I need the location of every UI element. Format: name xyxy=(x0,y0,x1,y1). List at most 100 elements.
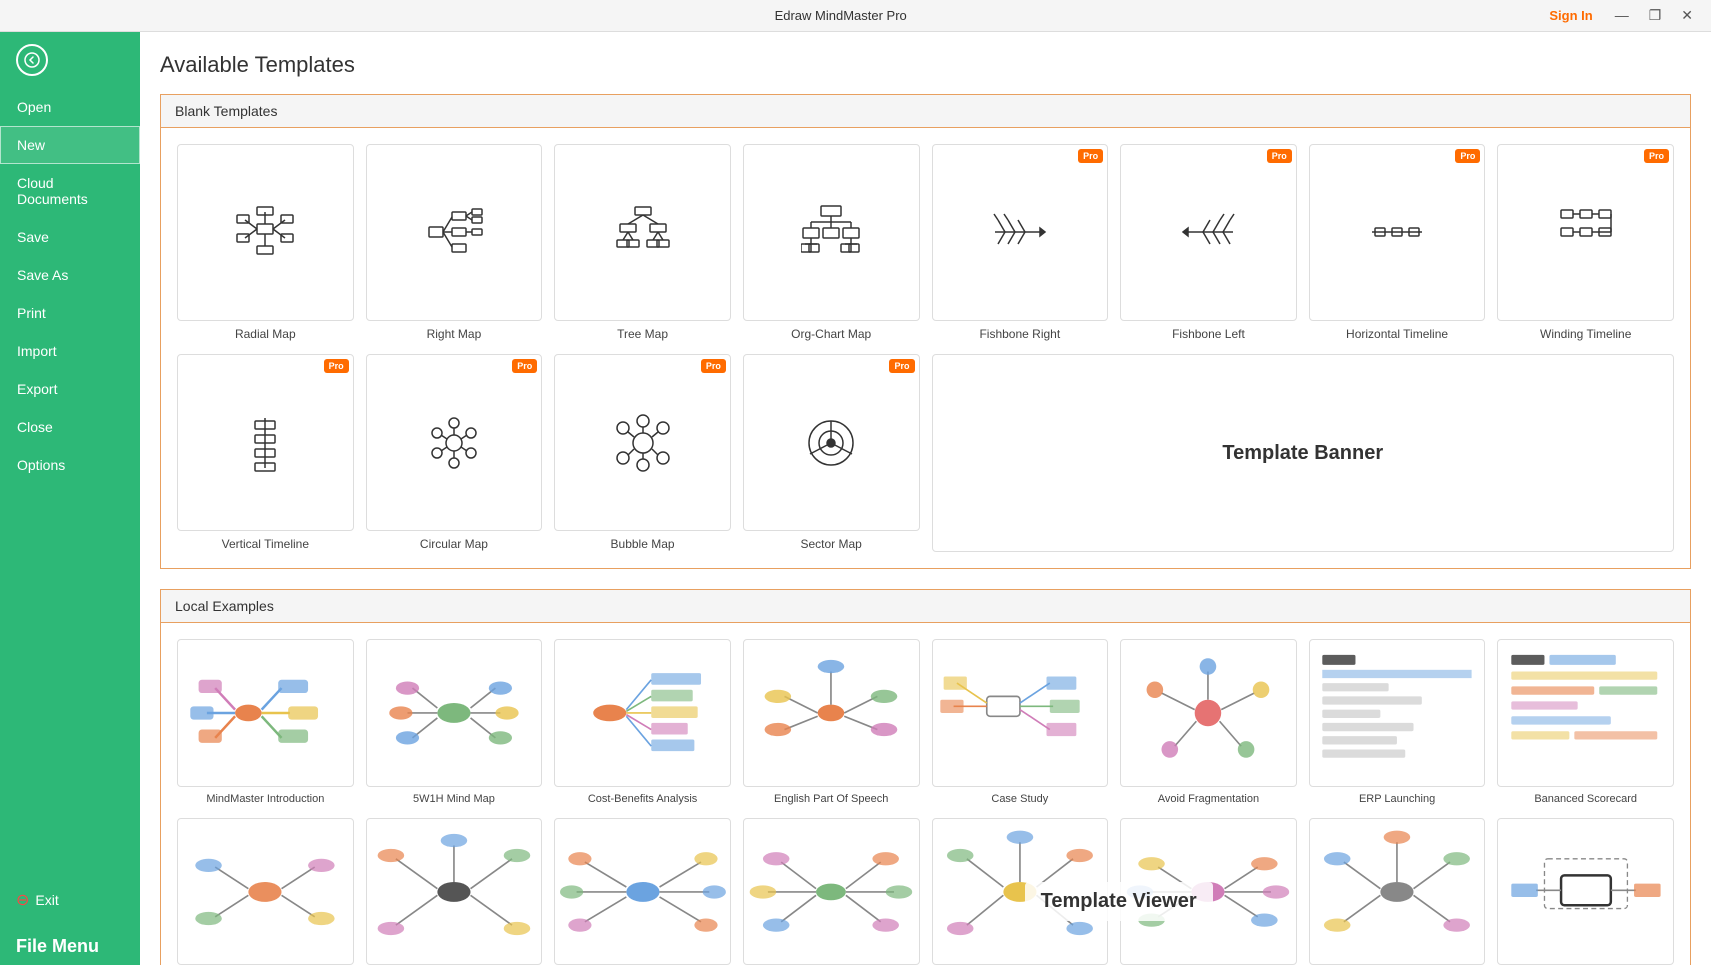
example-case-study-label: Case Study xyxy=(991,792,1048,806)
example-erp-label: ERP Launching xyxy=(1359,792,1435,806)
sidebar: Open New Cloud Documents Save Save As Pr… xyxy=(0,32,140,965)
back-button[interactable] xyxy=(16,44,48,76)
example-cost-benefits[interactable]: Cost-Benefits Analysis xyxy=(554,639,731,805)
sidebar-item-export[interactable]: Export xyxy=(0,370,140,408)
sidebar-item-new[interactable]: New xyxy=(0,126,140,164)
template-tree-map[interactable]: Tree Map xyxy=(554,144,731,342)
example-enhance[interactable]: Enhance Competivitness xyxy=(366,818,543,965)
example-market-plan-preview xyxy=(1120,818,1297,965)
example-case-study[interactable]: Case Study xyxy=(932,639,1109,805)
template-fishbone-right[interactable]: Pro xyxy=(932,144,1109,342)
example-english-speech-preview xyxy=(743,639,920,786)
example-balanced-preview xyxy=(1497,639,1674,786)
example-enhance-preview xyxy=(366,818,543,965)
template-fishbone-right-label: Fishbone Right xyxy=(979,327,1060,343)
template-orgchart-label: Org-Chart Map xyxy=(791,327,871,343)
template-sector-label: Sector Map xyxy=(801,537,862,553)
template-radial-map[interactable]: Radial Map xyxy=(177,144,354,342)
template-orgchart-preview xyxy=(743,144,920,321)
blank-templates-section: Blank Templates xyxy=(160,94,1691,569)
template-winding-timeline[interactable]: Pro xyxy=(1497,144,1674,342)
template-sector-map[interactable]: Pro Sector Map xyxy=(743,354,920,552)
example-mindmaster-intro[interactable]: MindMaster Introduction xyxy=(177,639,354,805)
sidebar-item-import[interactable]: Import xyxy=(0,332,140,370)
exit-button[interactable]: ⊖ Exit xyxy=(0,880,140,920)
example-risk-mgmt-preview xyxy=(1497,818,1674,965)
blank-templates-grid: Radial Map xyxy=(177,144,1674,342)
template-horizontal-label: Horizontal Timeline xyxy=(1346,327,1448,343)
template-tree-preview xyxy=(554,144,731,321)
template-fishbone-left-preview: Pro xyxy=(1120,144,1297,321)
sidebar-item-print[interactable]: Print xyxy=(0,294,140,332)
sign-in-button[interactable]: Sign In xyxy=(1549,8,1592,23)
template-circular-map[interactable]: Pro xyxy=(366,354,543,552)
sidebar-item-saveas[interactable]: Save As xyxy=(0,256,140,294)
template-bubble-label: Bubble Map xyxy=(611,537,675,553)
example-middle-ages-preview xyxy=(1309,818,1486,965)
example-cost-benefits-label: Cost-Benefits Analysis xyxy=(588,792,697,806)
pro-badge-fishbone-left: Pro xyxy=(1267,149,1292,163)
template-vertical-timeline[interactable]: Pro Vertical Timeline xyxy=(177,354,354,552)
example-erp[interactable]: ERP Launching xyxy=(1309,639,1486,805)
exit-icon: ⊖ xyxy=(16,890,29,910)
example-life-plan[interactable]: Life Plan xyxy=(177,818,354,965)
example-project-charter[interactable]: Project Charter xyxy=(932,818,1109,965)
example-self-eval[interactable]: Self Evaluation xyxy=(554,818,731,965)
sidebar-item-close[interactable]: Close xyxy=(0,408,140,446)
template-fishbone-right-preview: Pro xyxy=(932,144,1109,321)
template-right-map[interactable]: Right Map xyxy=(366,144,543,342)
sidebar-menu: Open New Cloud Documents Save Save As Pr… xyxy=(0,88,140,880)
example-mindmaster-preview xyxy=(177,639,354,786)
template-circular-preview: Pro xyxy=(366,354,543,531)
pro-badge-vertical: Pro xyxy=(324,359,349,373)
template-horizontal-timeline[interactable]: Pro Horizontal Timeline xyxy=(1309,144,1486,342)
template-right-label: Right Map xyxy=(427,327,482,343)
example-job-interview[interactable]: Prepare Job Interview xyxy=(743,818,920,965)
template-radial-preview xyxy=(177,144,354,321)
pro-badge-bubble: Pro xyxy=(701,359,726,373)
template-horizontal-timeline-preview: Pro xyxy=(1309,144,1486,321)
page-title: Available Templates xyxy=(160,52,1691,78)
sidebar-item-cloud[interactable]: Cloud Documents xyxy=(0,164,140,218)
app-title: Edraw MindMaster Pro xyxy=(132,8,1549,23)
template-bubble-preview: Pro xyxy=(554,354,731,531)
example-5w1h-preview xyxy=(366,639,543,786)
example-risk-management[interactable]: Risk Management xyxy=(1497,818,1674,965)
template-vertical-label: Vertical Timeline xyxy=(222,537,309,553)
example-project-charter-preview xyxy=(932,818,1109,965)
sidebar-item-open[interactable]: Open xyxy=(0,88,140,126)
example-avoid-fragmentation[interactable]: Avoid Fragmentation xyxy=(1120,639,1297,805)
sidebar-back[interactable] xyxy=(0,32,140,88)
window-controls[interactable]: — ❐ ✕ xyxy=(1609,5,1699,26)
example-mindmaster-label: MindMaster Introduction xyxy=(206,792,324,806)
example-english-speech[interactable]: English Part Of Speech xyxy=(743,639,920,805)
pro-badge-horizontal: Pro xyxy=(1455,149,1480,163)
example-balanced-scorecard[interactable]: Bananced Scorecard xyxy=(1497,639,1674,805)
template-fishbone-left-label: Fishbone Left xyxy=(1172,327,1245,343)
minimize-button[interactable]: — xyxy=(1609,5,1635,26)
sidebar-item-save[interactable]: Save xyxy=(0,218,140,256)
content-area: Available Templates Blank Templates xyxy=(140,32,1711,965)
template-right-preview xyxy=(366,144,543,321)
pro-badge-sector: Pro xyxy=(889,359,914,373)
sidebar-item-options[interactable]: Options xyxy=(0,446,140,484)
examples-row1: MindMaster Introduction xyxy=(177,639,1674,805)
template-sector-preview: Pro xyxy=(743,354,920,531)
example-life-plan-preview xyxy=(177,818,354,965)
template-fishbone-left[interactable]: Pro xyxy=(1120,144,1297,342)
close-window-button[interactable]: ✕ xyxy=(1675,5,1699,26)
pro-badge-winding: Pro xyxy=(1644,149,1669,163)
example-case-study-preview xyxy=(932,639,1109,786)
example-market-plan[interactable]: Market Plan xyxy=(1120,818,1297,965)
title-bar: Edraw MindMaster Pro Sign In — ❐ ✕ xyxy=(0,0,1711,32)
example-cost-benefits-preview xyxy=(554,639,731,786)
template-bubble-map[interactable]: Pro xyxy=(554,354,731,552)
maximize-button[interactable]: ❐ xyxy=(1643,5,1668,26)
example-middle-ages[interactable]: Middle Ages xyxy=(1309,818,1486,965)
banner-text: Template Banner xyxy=(1222,442,1383,465)
template-orgchart-map[interactable]: Org-Chart Map xyxy=(743,144,920,342)
file-menu-label: File Menu xyxy=(0,920,140,965)
example-5w1h-label: 5W1H Mind Map xyxy=(413,792,495,806)
example-5w1h[interactable]: 5W1H Mind Map xyxy=(366,639,543,805)
template-radial-label: Radial Map xyxy=(235,327,296,343)
